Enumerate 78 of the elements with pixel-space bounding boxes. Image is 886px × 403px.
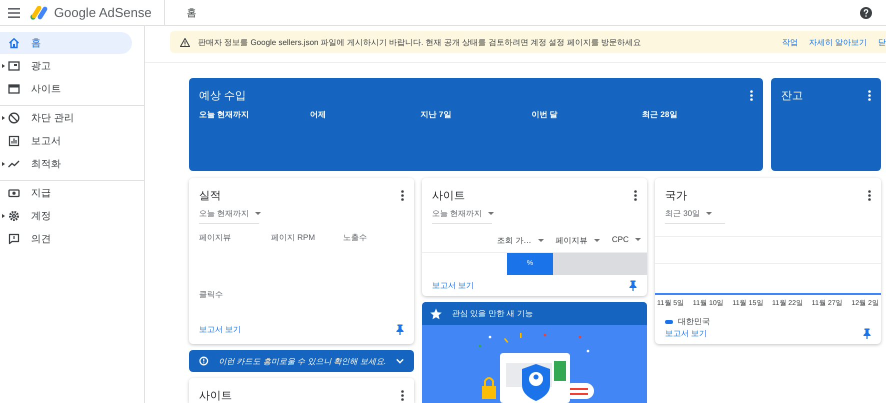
expand-icon[interactable] [2, 214, 5, 218]
legend-label: 대한민국 [678, 316, 710, 327]
period-label: 최근 28일 [642, 109, 678, 120]
sidebar-item[interactable]: 홈 [0, 32, 132, 54]
card-title: 사이트 [199, 389, 232, 403]
sidebar-item[interactable]: 지급 [0, 182, 132, 204]
pin-icon[interactable] [863, 328, 871, 339]
notice-link[interactable]: 자세히 알아보기 [808, 36, 867, 48]
sidebar-item[interactable]: 광고 [0, 55, 132, 77]
card-title: 예상 수입 [199, 89, 246, 103]
sidebar-item[interactable]: 의견 [0, 228, 132, 250]
metric-label: 노출수 [343, 232, 368, 244]
info-icon [199, 355, 209, 367]
notice-link[interactable]: 작업 [782, 36, 798, 48]
column-dropdown[interactable]: 페이지뷰 [556, 235, 600, 246]
ad-icon [8, 60, 20, 72]
caret-icon [594, 239, 600, 242]
period-dropdown[interactable]: 최근 30일 [665, 208, 725, 224]
period-dropdown[interactable]: 오늘 현재까지 [432, 208, 492, 224]
card-title: 관심 있을 만한 새 기능 [452, 308, 533, 319]
card-title: 잔고 [781, 89, 803, 103]
more-icon[interactable] [401, 390, 404, 401]
sidebar-item[interactable]: 보고서 [0, 130, 132, 152]
card-title: 국가 [665, 189, 687, 203]
site-icon [8, 83, 20, 95]
metric-label: 페이지뷰 [199, 232, 232, 244]
card-title: 사이트 [432, 189, 465, 203]
block-icon [8, 112, 20, 124]
star-icon [430, 308, 442, 320]
sidebar-item[interactable]: 사이트 [0, 78, 132, 100]
more-icon[interactable] [750, 90, 753, 101]
page-title: 홈 [186, 6, 198, 20]
report-link[interactable]: 보고서 보기 [665, 328, 708, 339]
period-label: 지난 7일 [420, 109, 452, 120]
report-icon [8, 135, 20, 147]
period-label: 이번 달 [531, 109, 559, 120]
pin-icon[interactable] [629, 280, 637, 291]
warning-icon [180, 38, 190, 46]
more-icon[interactable] [868, 90, 871, 101]
metric-label: 클릭수 [199, 289, 224, 301]
gear-icon [8, 210, 20, 222]
period-label: 오늘 현재까지 [199, 109, 250, 120]
logo-icon [30, 6, 48, 20]
expand-icon[interactable] [2, 162, 5, 166]
metric-label: 페이지 RPM [271, 232, 316, 244]
pin-icon[interactable] [396, 324, 404, 334]
feedback-icon [8, 233, 20, 245]
chevron-down-icon[interactable] [396, 358, 404, 364]
pay-icon [8, 187, 20, 199]
notice-link[interactable]: 닫 [878, 36, 886, 48]
caret-icon [488, 212, 494, 216]
tip-banner[interactable]: 이런 카드도 흥미로울 수 있으니 확인해 보세요. [189, 350, 414, 372]
product-name: Google AdSense [54, 5, 152, 20]
more-icon[interactable] [634, 190, 637, 201]
trend-icon [8, 158, 20, 170]
caret-icon [635, 238, 641, 242]
expand-icon[interactable] [2, 116, 5, 120]
more-icon[interactable] [868, 190, 871, 201]
period-label: 어제 [310, 109, 327, 120]
caret-icon [538, 239, 544, 242]
caret-icon [255, 212, 262, 216]
home-icon [8, 37, 20, 49]
report-link[interactable]: 보고서 보기 [199, 324, 242, 334]
column-dropdown[interactable]: CPC [612, 235, 641, 246]
card-title: 실적 [199, 189, 221, 203]
help-icon[interactable] [860, 6, 872, 18]
period-dropdown[interactable]: 오늘 현재까지 [199, 208, 259, 224]
sidebar-item[interactable]: 차단 관리 [0, 107, 132, 129]
sidebar-item[interactable]: 최적화 [0, 153, 132, 175]
menu-icon[interactable] [8, 8, 20, 18]
report-link[interactable]: 보고서 보기 [432, 280, 474, 291]
caret-icon [706, 212, 712, 216]
more-icon[interactable] [401, 190, 404, 201]
column-dropdown[interactable]: 조회 가… [497, 235, 544, 246]
notice-text: 판매자 정보를 Google sellers.json 파일에 게시하시기 바랍니다. 현재 공개 상태를 검토하려면 계정 설정 페이지를 방문하세요 [198, 36, 642, 48]
expand-icon[interactable] [2, 64, 5, 68]
tip-text: 이런 카드도 흥미로울 수 있으니 확인해 보세요. [218, 356, 386, 366]
sidebar-item[interactable]: 계정 [0, 205, 132, 227]
